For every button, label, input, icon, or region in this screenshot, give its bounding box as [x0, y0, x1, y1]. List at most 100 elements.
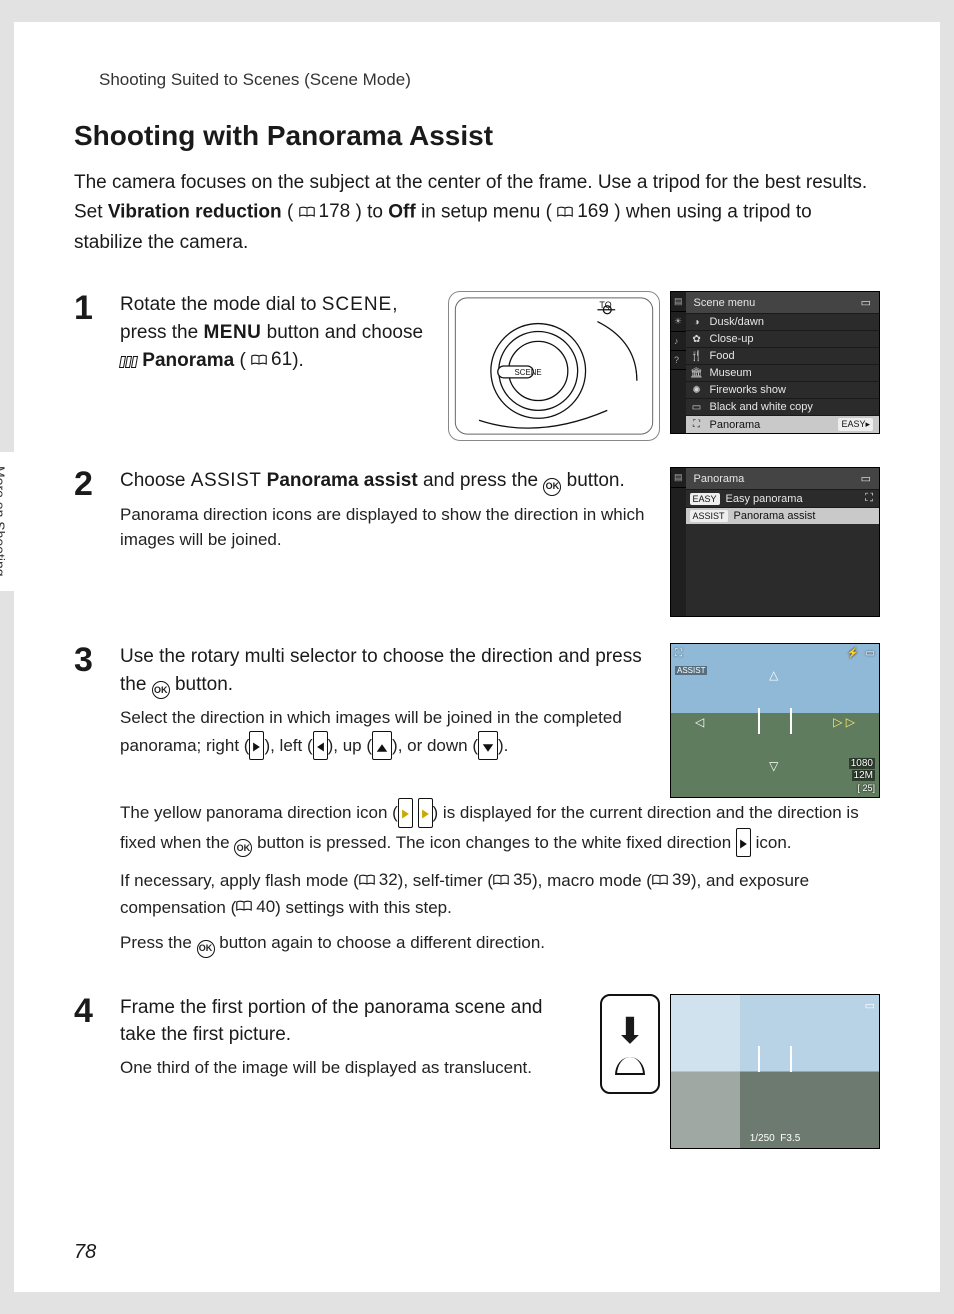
tab-icon: ♪	[671, 332, 686, 351]
step2-desc: Panorama direction icons are displayed t…	[120, 502, 652, 553]
shutter-button-icon	[615, 1057, 645, 1075]
menu-row: 🏛Museum	[686, 364, 879, 381]
pano-std-icon: ⛶	[865, 492, 873, 505]
step2-heading: Choose ASSIST Panorama assist and press …	[120, 467, 652, 496]
direction-arrows: △ ▽ ◁ ▷ ▷	[701, 674, 849, 767]
page-ref-icon: 169	[557, 197, 609, 226]
ok-button-icon: OK	[152, 681, 170, 699]
panorama-label: Panorama	[142, 350, 234, 371]
panorama-icon	[120, 356, 137, 368]
bold-off: Off	[388, 202, 415, 223]
intro-paragraph: The camera focuses on the subject at the…	[74, 168, 880, 257]
menu-tab-strip: ▤ ☀ ♪ ?	[671, 292, 686, 433]
menu-row: ◑Dusk/dawn	[686, 313, 879, 330]
step-4: 4 Frame the first portion of the panoram…	[74, 994, 880, 1149]
step-3: 3 Use the rotary multi selector to choos…	[74, 643, 880, 968]
right-arrow-icon	[418, 798, 433, 828]
assist-glyph: ASSIST	[191, 470, 262, 491]
shots-remaining: [ 25]	[857, 783, 875, 793]
right-arrow-icon	[398, 798, 413, 828]
page-ref-icon: 178	[299, 197, 351, 226]
right-arrow-yellow-icon: ▷ ▷	[833, 715, 855, 729]
intro-text: ) to	[356, 202, 389, 223]
image-size-icon: 12M	[852, 770, 875, 781]
step3-heading: Use the rotary multi selector to choose …	[120, 643, 652, 699]
step-number: 2	[74, 467, 102, 617]
step-number: 3	[74, 643, 102, 968]
translucent-overlay	[671, 995, 740, 1148]
page-ref-icon: 35	[493, 867, 532, 893]
page-ref-icon: 40	[236, 894, 275, 920]
battery--icon: ▭	[861, 472, 871, 485]
right-arrow-icon	[736, 828, 751, 858]
step3-desc3: If necessary, apply flash mode (32), sel…	[120, 867, 880, 920]
left-arrow-icon	[313, 731, 328, 761]
flash-auto-icon: ⚡	[847, 648, 859, 659]
down-arrow-icon: ⬇	[615, 1013, 645, 1049]
menu-tab-strip: ▤	[671, 468, 686, 616]
down-arrow-icon: ▽	[769, 759, 778, 773]
battery-icon: ▭	[861, 296, 871, 309]
scene-glyph: SCENE	[322, 294, 392, 315]
page-ref-icon: 32	[359, 867, 398, 893]
menu-row: 🍴Food	[686, 347, 879, 364]
menu-row: EASYEasy panorama⛶	[686, 489, 879, 507]
menu-row-selected: ASSISTPanorama assist	[686, 507, 879, 524]
step3-desc2: The yellow panorama direction icon ( ) i…	[120, 798, 880, 857]
step-number: 1	[74, 291, 102, 441]
section-title: Shooting with Panorama Assist	[74, 120, 880, 152]
easy-badge: EASY▸	[838, 418, 873, 431]
intro-text: in setup menu (	[421, 202, 552, 223]
page-number: 78	[74, 1241, 96, 1264]
menu-title: Scene menu	[694, 297, 756, 309]
svg-text:SCENE: SCENE	[515, 368, 542, 377]
battery-icon: ▭	[866, 648, 875, 659]
shutter-press-illustration: ⬇	[600, 994, 660, 1094]
step3-desc4: Press the OK button again to choose a di…	[120, 930, 880, 958]
up-arrow-icon: △	[769, 668, 778, 682]
tab-icon: ☀	[671, 312, 686, 332]
left-arrow-icon: ◁	[695, 715, 704, 729]
breadcrumb: Shooting Suited to Scenes (Scene Mode)	[99, 70, 880, 90]
panorama-submenu-screenshot: ▤ Panorama ▭ EASYEasy panorama⛶ ASSISTPa…	[670, 467, 880, 617]
manual-page: Shooting Suited to Scenes (Scene Mode) S…	[14, 22, 940, 1292]
step-number: 4	[74, 994, 102, 1149]
scene-menu-screenshot: ▤ ☀ ♪ ? Scene menu ▭ ◑Dusk/dawn	[670, 291, 880, 434]
bold-vr: Vibration reduction	[108, 202, 282, 223]
af-brackets	[758, 1046, 792, 1072]
mode-dial-illustration: SCENE TQ	[448, 291, 660, 441]
step3-desc1: Select the direction in which images wil…	[120, 705, 652, 760]
menu-row: ✿Close-up	[686, 330, 879, 347]
step-2: 2 Choose ASSIST Panorama assist and pres…	[74, 467, 880, 617]
step4-desc: One third of the image will be displayed…	[120, 1055, 582, 1081]
menu-titlebar: Panorama ▭	[686, 468, 879, 489]
ok-button-icon: OK	[197, 940, 215, 958]
intro-text: (	[287, 202, 293, 223]
menu-title: Panorama	[694, 473, 745, 485]
battery-icon: ▭	[865, 999, 875, 1012]
menu-titlebar: Scene menu ▭	[686, 292, 879, 313]
menu-glyph: MENU	[203, 322, 261, 343]
ok-button-icon: OK	[543, 478, 561, 496]
exposure-info: 1/250 F3.5	[750, 1133, 801, 1144]
right-arrow-icon	[249, 731, 264, 761]
video-res-icon: 1080	[849, 758, 875, 769]
up-arrow-icon	[372, 731, 392, 761]
first-shot-preview-screenshot: ▭ 1/250 F3.5	[670, 994, 880, 1149]
tab-icon: ▤	[671, 292, 686, 312]
step-1: 1 Rotate the mode dial to SCENE, press t…	[74, 291, 880, 441]
side-tab-label: More on Shooting	[0, 452, 14, 591]
menu-row: ▭Black and white copy	[686, 398, 879, 415]
menu-row-selected: ⛶PanoramaEASY▸	[686, 415, 879, 433]
tab-icon: ?	[671, 351, 686, 370]
step1-heading: Rotate the mode dial to SCENE, press the…	[120, 291, 430, 374]
svg-text:TQ: TQ	[599, 300, 611, 310]
page-ref-icon: 39	[652, 867, 691, 893]
pano-hud-icon: ⛶	[675, 648, 682, 659]
ok-button-icon: OK	[234, 839, 252, 857]
down-arrow-icon	[478, 731, 498, 761]
menu-row: ✺Fireworks show	[686, 381, 879, 398]
page-ref-icon: 61	[251, 346, 292, 374]
direction-preview-screenshot: ⛶ ASSIST ▭ ⚡ △ ▽ ◁ ▷ ▷ 1080 12M [	[670, 643, 880, 798]
step4-heading: Frame the first portion of the panorama …	[120, 994, 582, 1049]
